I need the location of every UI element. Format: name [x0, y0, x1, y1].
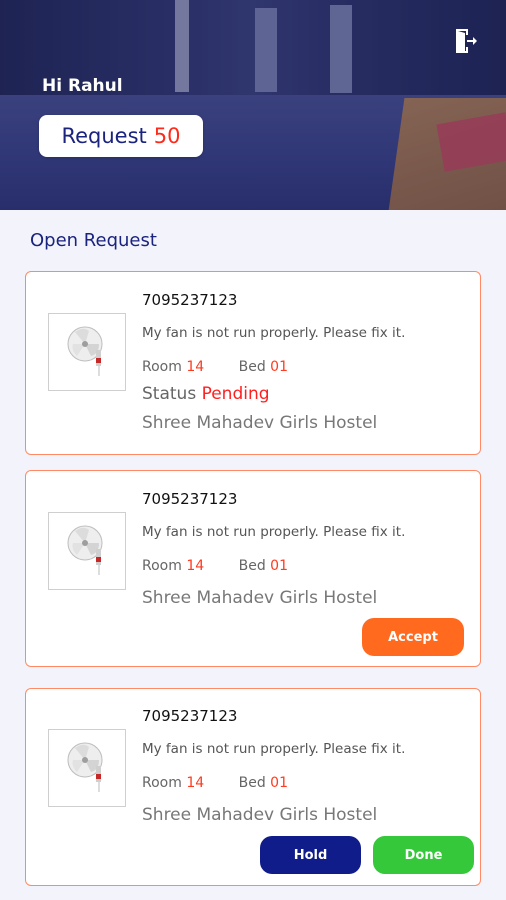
- request-phone: 7095237123: [142, 707, 238, 725]
- section-title: Open Request: [30, 230, 157, 251]
- request-hostel: Shree Mahadev Girls Hostel: [142, 413, 378, 433]
- request-card[interactable]: 7095237123 My fan is not run properly. P…: [25, 271, 481, 455]
- room-value: 14: [186, 359, 205, 375]
- header-overlay: [0, 0, 506, 210]
- status-label: Status: [142, 384, 197, 404]
- request-description: My fan is not run properly. Please fix i…: [142, 741, 406, 757]
- request-hostel: Shree Mahadev Girls Hostel: [142, 805, 378, 825]
- room-value: 14: [186, 558, 205, 574]
- request-card[interactable]: 7095237123 My fan is not run properly. P…: [25, 688, 481, 886]
- room-label: Room: [142, 558, 182, 574]
- bed-value: 01: [270, 359, 288, 375]
- bed-value: 01: [270, 558, 288, 574]
- fan-icon: [48, 729, 126, 807]
- request-label: Request: [61, 124, 147, 148]
- request-count: 50: [153, 124, 181, 148]
- request-phone: 7095237123: [142, 291, 238, 309]
- room-label: Room: [142, 359, 182, 375]
- request-phone: 7095237123: [142, 490, 238, 508]
- accept-button[interactable]: Accept: [362, 618, 464, 656]
- logout-icon[interactable]: [454, 28, 478, 54]
- hold-button[interactable]: Hold: [260, 836, 361, 874]
- request-status: Status Pending: [142, 384, 270, 404]
- room-value: 14: [186, 775, 205, 791]
- bed-value: 01: [270, 775, 288, 791]
- bed-label: Bed: [238, 558, 266, 574]
- fan-icon: [48, 313, 126, 391]
- request-room-bed: Room 14 Bed 01: [142, 359, 288, 375]
- request-room-bed: Room 14 Bed 01: [142, 775, 288, 791]
- request-description: My fan is not run properly. Please fix i…: [142, 524, 406, 540]
- request-card[interactable]: 7095237123 My fan is not run properly. P…: [25, 470, 481, 667]
- request-description: My fan is not run properly. Please fix i…: [142, 325, 406, 341]
- bed-label: Bed: [238, 359, 266, 375]
- greeting-text: Hi Rahul: [42, 76, 123, 96]
- request-hostel: Shree Mahadev Girls Hostel: [142, 588, 378, 608]
- header-banner: Hi Rahul Request 50: [0, 0, 506, 210]
- room-label: Room: [142, 775, 182, 791]
- bed-label: Bed: [238, 775, 266, 791]
- fan-icon: [48, 512, 126, 590]
- request-count-box: Request 50: [39, 115, 203, 157]
- request-room-bed: Room 14 Bed 01: [142, 558, 288, 574]
- status-badge: Pending: [201, 384, 270, 404]
- done-button[interactable]: Done: [373, 836, 474, 874]
